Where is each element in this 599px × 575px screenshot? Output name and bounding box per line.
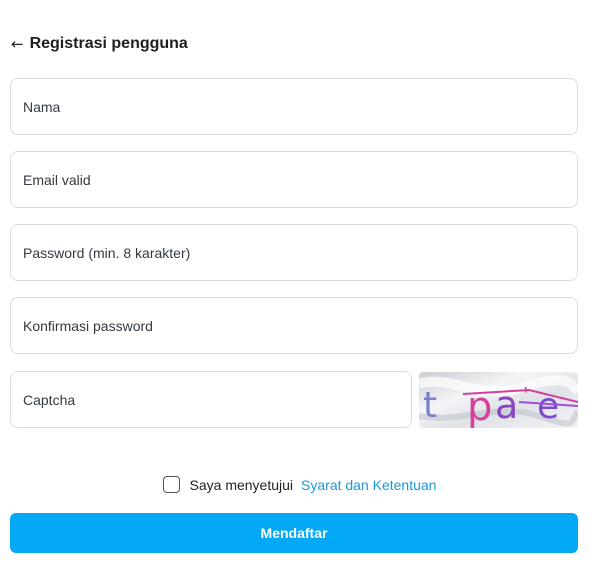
captcha-image: t p a ' e (419, 372, 578, 428)
svg-text:p: p (467, 384, 492, 428)
registration-page: ← Registrasi pengguna t p a ' e (0, 0, 599, 575)
password-field[interactable] (10, 224, 578, 281)
page-header: ← Registrasi pengguna (11, 33, 188, 55)
register-button[interactable]: Mendaftar (10, 513, 578, 553)
captcha-graphic: t p a ' e (419, 372, 578, 428)
terms-agreement: Saya menyetujui Syarat dan Ketentuan (0, 476, 599, 493)
page-title: Registrasi pengguna (29, 35, 188, 52)
captcha-field[interactable] (10, 371, 412, 428)
arrow-left-icon[interactable]: ← (11, 36, 24, 52)
terms-checkbox[interactable] (162, 476, 180, 493)
agreement-text: Saya menyetujui (189, 476, 294, 493)
svg-text:t: t (423, 385, 437, 426)
terms-link[interactable]: Syarat dan Ketentuan (301, 477, 436, 493)
email-field[interactable] (10, 151, 578, 208)
confirm-password-field[interactable] (10, 297, 578, 354)
svg-text:a: a (495, 383, 518, 427)
name-field[interactable] (10, 78, 578, 135)
